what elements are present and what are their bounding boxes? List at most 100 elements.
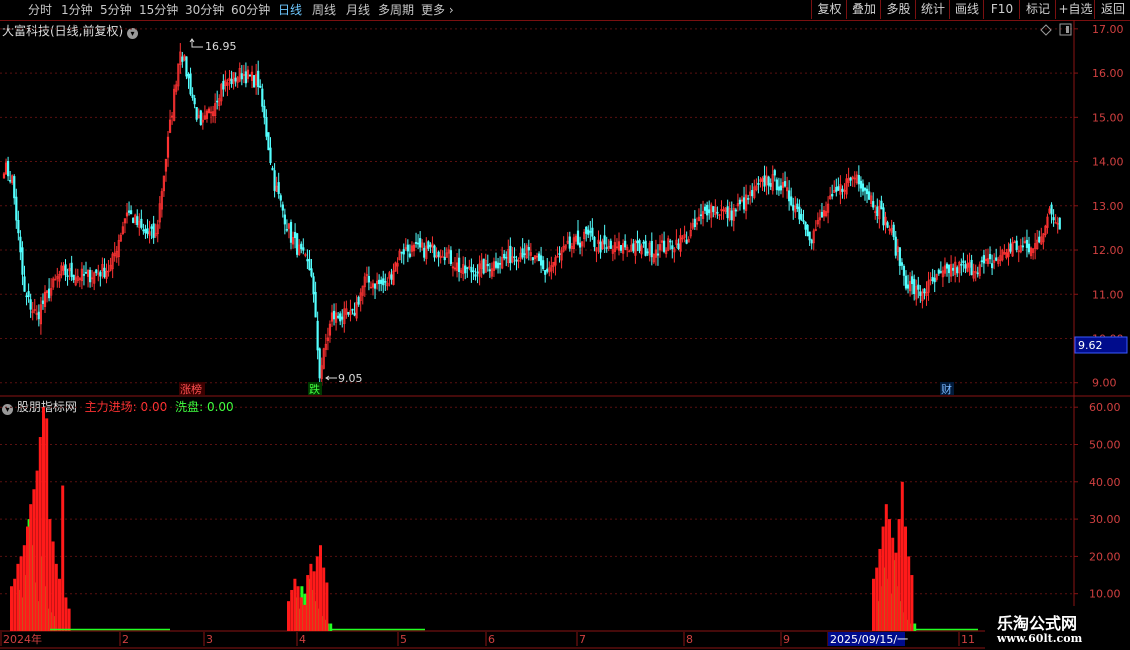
candle-body bbox=[289, 221, 293, 243]
candle-body bbox=[460, 270, 463, 273]
candle-body bbox=[726, 206, 729, 219]
candle-body bbox=[658, 244, 662, 251]
candle-body bbox=[740, 199, 744, 202]
candle-body bbox=[285, 229, 289, 231]
candle-body bbox=[982, 255, 985, 264]
toolbar-button-2[interactable]: 多股 bbox=[880, 0, 916, 19]
candle-body bbox=[732, 208, 735, 221]
candle-body bbox=[546, 268, 549, 272]
main-force-bar bbox=[891, 537, 895, 631]
candle-body bbox=[361, 285, 364, 296]
main-force-bar bbox=[51, 541, 55, 631]
candle-body bbox=[931, 277, 934, 282]
period-tab-8[interactable]: 月线 bbox=[346, 2, 370, 18]
indicator-tick: 40.00 bbox=[1089, 476, 1121, 489]
candle-body bbox=[576, 230, 580, 245]
finance-marker[interactable]: 财 bbox=[941, 382, 952, 396]
candle-body bbox=[271, 167, 274, 171]
candle-body bbox=[378, 279, 381, 285]
candle-body bbox=[68, 268, 71, 272]
period-tab-6[interactable]: 日线 bbox=[278, 2, 302, 18]
candle-body bbox=[142, 229, 145, 232]
candle-body bbox=[749, 191, 752, 196]
toolbar-button-7[interactable]: +自选 bbox=[1055, 0, 1095, 19]
candle-body bbox=[673, 248, 676, 253]
period-tab-5[interactable]: 60分钟 bbox=[231, 2, 270, 18]
candle-body bbox=[437, 251, 440, 257]
candle-body bbox=[925, 291, 928, 297]
toolbar-button-4[interactable]: 画线 bbox=[949, 0, 984, 19]
candle-body bbox=[701, 211, 705, 219]
candle-body bbox=[310, 268, 313, 277]
toolbar-button-6[interactable]: 标记 bbox=[1019, 0, 1056, 19]
candle-body bbox=[341, 316, 344, 320]
candle-body bbox=[52, 278, 55, 288]
limit-up-marker[interactable]: 涨榜 bbox=[180, 382, 202, 396]
toolbar-button-5[interactable]: F10 bbox=[983, 0, 1020, 19]
toolbar-button-3[interactable]: 统计 bbox=[915, 0, 950, 19]
candle-body bbox=[455, 262, 459, 271]
candle-body bbox=[250, 71, 254, 81]
price-tick: 10.00 bbox=[1092, 332, 1124, 345]
candle-body bbox=[796, 203, 799, 210]
candle-body bbox=[599, 241, 602, 253]
period-tab-2[interactable]: 5分钟 bbox=[100, 2, 132, 18]
candle-body bbox=[681, 237, 684, 240]
candle-body bbox=[519, 252, 522, 260]
candle-body bbox=[263, 105, 266, 118]
drop-marker[interactable]: 跌 bbox=[309, 382, 320, 396]
washout-bar bbox=[40, 556, 44, 631]
candle-body bbox=[1032, 248, 1035, 253]
candle-body bbox=[775, 179, 778, 191]
candle-body bbox=[1011, 242, 1014, 257]
period-tab-1[interactable]: 1分钟 bbox=[61, 2, 93, 18]
toolbar-button-1[interactable]: 叠加 bbox=[846, 0, 881, 19]
washout-bar bbox=[297, 608, 301, 631]
candle-body bbox=[388, 272, 391, 279]
toolbar-button-8[interactable]: 返回 bbox=[1094, 0, 1130, 19]
candle-body bbox=[550, 265, 553, 272]
candle-body bbox=[86, 269, 90, 277]
diamond-icon[interactable] bbox=[1040, 24, 1052, 36]
candle-body bbox=[646, 251, 649, 254]
candle-body bbox=[242, 74, 245, 76]
panel-toggle-icon[interactable] bbox=[1059, 23, 1072, 36]
candle-body bbox=[244, 71, 248, 84]
candle-body bbox=[480, 260, 483, 269]
candle-body bbox=[894, 236, 897, 256]
candle-body bbox=[878, 205, 881, 220]
period-tab-0[interactable]: 分时 bbox=[28, 2, 52, 18]
main-force-bar bbox=[315, 556, 319, 631]
stock-title: 大富科技(日线,前复权) bbox=[2, 24, 124, 38]
period-tab-4[interactable]: 30分钟 bbox=[185, 2, 224, 18]
candle-body bbox=[876, 206, 879, 217]
candle-body bbox=[837, 186, 840, 191]
candle-body bbox=[50, 288, 53, 296]
date-label: 9 bbox=[783, 633, 790, 646]
candle-body bbox=[183, 55, 186, 61]
candle-body bbox=[755, 185, 758, 190]
period-tab-9[interactable]: 多周期 bbox=[378, 2, 414, 18]
washout-bar bbox=[53, 616, 57, 631]
candle-body bbox=[423, 247, 426, 258]
high-marker-arrow bbox=[191, 40, 203, 48]
candle-body bbox=[822, 210, 826, 217]
candle-body bbox=[166, 136, 170, 158]
dropdown-icon[interactable]: ▾ bbox=[2, 404, 13, 415]
period-tab-10[interactable]: 更多 › bbox=[421, 2, 454, 18]
candle-body bbox=[513, 256, 516, 259]
candle-body bbox=[929, 279, 932, 281]
period-tab-3[interactable]: 15分钟 bbox=[139, 2, 178, 18]
candle-body bbox=[117, 240, 120, 258]
candle-body bbox=[296, 233, 299, 255]
candle-body bbox=[986, 258, 990, 264]
candle-body bbox=[400, 251, 403, 254]
candle-body bbox=[1003, 252, 1006, 255]
dropdown-icon[interactable]: ▾ bbox=[127, 28, 139, 39]
period-tab-7[interactable]: 周线 bbox=[312, 2, 336, 18]
toolbar-button-0[interactable]: 复权 bbox=[811, 0, 847, 19]
candle-body bbox=[640, 245, 643, 255]
candle-body bbox=[394, 262, 397, 272]
candle-body bbox=[230, 78, 233, 85]
main-force-bar bbox=[878, 548, 882, 631]
